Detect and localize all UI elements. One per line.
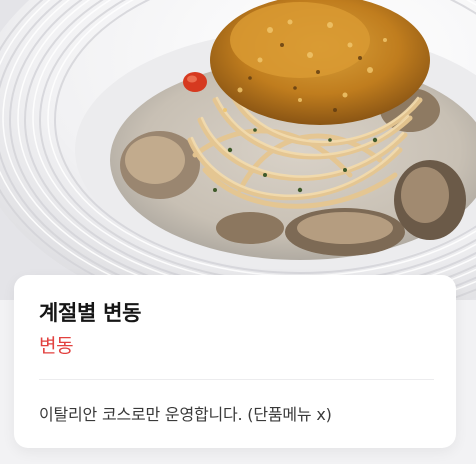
divider <box>39 379 434 380</box>
menu-detail-screen: 계절별 변동 변동 이탈리안 코스로만 운영합니다. (단품메뉴 x) <box>0 0 476 464</box>
price-label: 변동 <box>39 335 74 357</box>
menu-title: 계절별 변동 <box>39 301 142 325</box>
menu-description: 이탈리안 코스로만 운영합니다. (단품메뉴 x) <box>39 405 332 424</box>
menu-info-card: 계절별 변동 변동 이탈리안 코스로만 운영합니다. (단품메뉴 x) <box>14 275 456 448</box>
pasta-dish-photo <box>0 0 476 300</box>
